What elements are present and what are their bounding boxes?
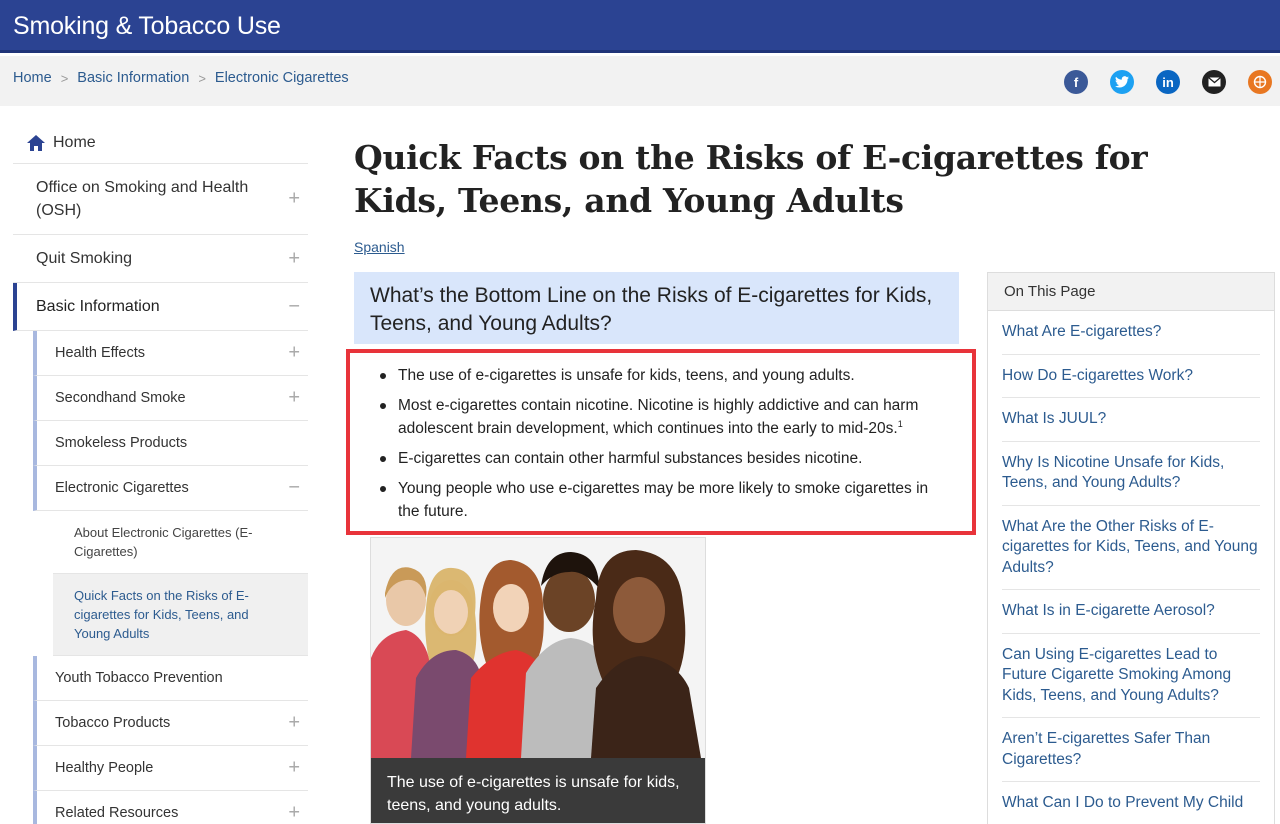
sidebar-item-label: About Electronic Cigarettes (E-Cigarette…: [74, 525, 253, 559]
site-title[interactable]: Smoking & Tobacco Use: [13, 12, 281, 41]
sidebar-item-healthy-people[interactable]: Healthy People +: [33, 746, 308, 791]
expand-icon[interactable]: +: [288, 342, 300, 365]
sidebar-item-related-resources[interactable]: Related Resources +: [33, 791, 308, 824]
toc-link[interactable]: What Can I Do to Prevent My Child: [1002, 782, 1260, 824]
expand-icon[interactable]: +: [288, 757, 300, 780]
expand-icon[interactable]: +: [288, 802, 300, 824]
collapse-icon[interactable]: −: [288, 477, 300, 500]
facebook-icon[interactable]: f: [1064, 70, 1088, 94]
main-content: Quick Facts on the Risks of E-cigarettes…: [354, 136, 1194, 255]
on-this-page-heading: On This Page: [988, 273, 1274, 311]
footnote-link[interactable]: 1: [898, 419, 903, 429]
sidebar-item-osh[interactable]: Office on Smoking and Health (OSH) +: [13, 164, 308, 235]
sidebar-item-label: Related Resources: [55, 805, 179, 821]
breadcrumb-separator: >: [198, 70, 206, 86]
key-point-text: Young people who use e-cigarettes may be…: [398, 480, 929, 520]
on-this-page: On This Page What Are E-cigarettes? How …: [987, 272, 1275, 824]
linkedin-icon[interactable]: in: [1156, 70, 1180, 94]
list-item: Young people who use e-cigarettes may be…: [374, 477, 948, 523]
breadcrumb-bar: Home > Basic Information > Electronic Ci…: [0, 56, 1280, 106]
sidebar-item-label: Healthy People: [55, 760, 154, 776]
toc-link[interactable]: What Is in E-cigarette Aerosol?: [1002, 590, 1260, 634]
image-card: The use of e-cigarettes is unsafe for ki…: [370, 537, 706, 824]
sidebar-item-quit-smoking[interactable]: Quit Smoking +: [13, 235, 308, 283]
collapse-icon[interactable]: −: [288, 295, 300, 318]
expand-icon[interactable]: +: [288, 188, 300, 211]
sidebar-item-youth-tobacco-prevention[interactable]: Youth Tobacco Prevention: [33, 656, 308, 701]
sidebar-item-quick-facts[interactable]: Quick Facts on the Risks of E-cigarettes…: [53, 574, 308, 656]
email-icon[interactable]: [1202, 70, 1226, 94]
side-navigation: Home Office on Smoking and Health (OSH) …: [13, 122, 308, 824]
sidebar-item-label: Quick Facts on the Risks of E-cigarettes…: [74, 588, 249, 641]
toc-link[interactable]: What Are E-cigarettes?: [1002, 311, 1260, 355]
toc-link[interactable]: What Is JUUL?: [1002, 398, 1260, 442]
toc-link[interactable]: What Are the Other Risks of E-cigarettes…: [1002, 506, 1260, 590]
page-title: Quick Facts on the Risks of E-cigarettes…: [354, 138, 1148, 220]
image-caption: The use of e-cigarettes is unsafe for ki…: [371, 758, 705, 823]
sidebar-item-label: Electronic Cigarettes: [55, 480, 189, 496]
site-header: Smoking & Tobacco Use: [0, 0, 1280, 53]
sidebar-item-about-e-cigarettes[interactable]: About Electronic Cigarettes (E-Cigarette…: [53, 511, 308, 574]
list-item: Most e-cigarettes contain nicotine. Nico…: [374, 394, 948, 440]
toc-link[interactable]: Aren’t E-cigarettes Safer Than Cigarette…: [1002, 718, 1260, 782]
sidebar-item-electronic-cigarettes[interactable]: Electronic Cigarettes −: [33, 466, 308, 511]
sidebar-item-label: Office on Smoking and Health (OSH): [36, 179, 249, 219]
expand-icon[interactable]: +: [288, 712, 300, 735]
breadcrumb-home[interactable]: Home: [13, 70, 52, 86]
key-point-text: The use of e-cigarettes is unsafe for ki…: [398, 367, 855, 384]
sidebar-item-label: Basic Information: [36, 298, 160, 315]
sidebar-item-secondhand-smoke[interactable]: Secondhand Smoke +: [33, 376, 308, 421]
breadcrumb-separator: >: [60, 70, 69, 86]
syndicate-icon[interactable]: [1248, 70, 1272, 94]
sidebar-item-label: Quit Smoking: [36, 250, 133, 267]
expand-icon[interactable]: +: [288, 247, 300, 270]
toc-link[interactable]: How Do E-cigarettes Work?: [1002, 355, 1260, 398]
list-item: E-cigarettes can contain other harmful s…: [374, 447, 948, 470]
breadcrumb-electronic-cigarettes[interactable]: Electronic Cigarettes: [215, 70, 349, 86]
breadcrumb-basic-information[interactable]: Basic Information: [77, 70, 189, 86]
sidebar-item-home[interactable]: Home: [13, 122, 308, 164]
teens-photo: [371, 538, 705, 758]
home-icon: [27, 134, 45, 151]
toc-link[interactable]: Can Using E-cigarettes Lead to Future Ci…: [1002, 634, 1260, 718]
sidebar-item-basic-information[interactable]: Basic Information −: [13, 283, 308, 331]
sidebar-item-smokeless-products[interactable]: Smokeless Products: [33, 421, 308, 466]
key-point-text: Most e-cigarettes contain nicotine. Nico…: [398, 397, 919, 437]
toc-link[interactable]: Why Is Nicotine Unsafe for Kids, Teens, …: [1002, 442, 1260, 506]
key-points-box: The use of e-cigarettes is unsafe for ki…: [346, 349, 976, 535]
spanish-link[interactable]: Spanish: [354, 239, 405, 255]
key-point-text: E-cigarettes can contain other harmful s…: [398, 450, 863, 467]
sidebar-item-health-effects[interactable]: Health Effects +: [33, 331, 308, 376]
sidebar-item-label: Smokeless Products: [55, 435, 188, 451]
sidebar-item-label: Youth Tobacco Prevention: [55, 670, 223, 686]
bottom-line-heading: What’s the Bottom Line on the Risks of E…: [354, 272, 959, 344]
breadcrumb: Home > Basic Information > Electronic Ci…: [13, 70, 349, 86]
social-share: f in: [1064, 70, 1272, 94]
sidebar-item-label: Health Effects: [55, 345, 146, 361]
sidebar-item-label: Tobacco Products: [55, 715, 171, 731]
sidebar-item-label: Home: [53, 133, 96, 151]
list-item: The use of e-cigarettes is unsafe for ki…: [374, 364, 948, 387]
sidebar-item-label: Secondhand Smoke: [55, 390, 186, 406]
expand-icon[interactable]: +: [288, 387, 300, 410]
twitter-icon[interactable]: [1110, 70, 1134, 94]
sidebar-item-tobacco-products[interactable]: Tobacco Products +: [33, 701, 308, 746]
